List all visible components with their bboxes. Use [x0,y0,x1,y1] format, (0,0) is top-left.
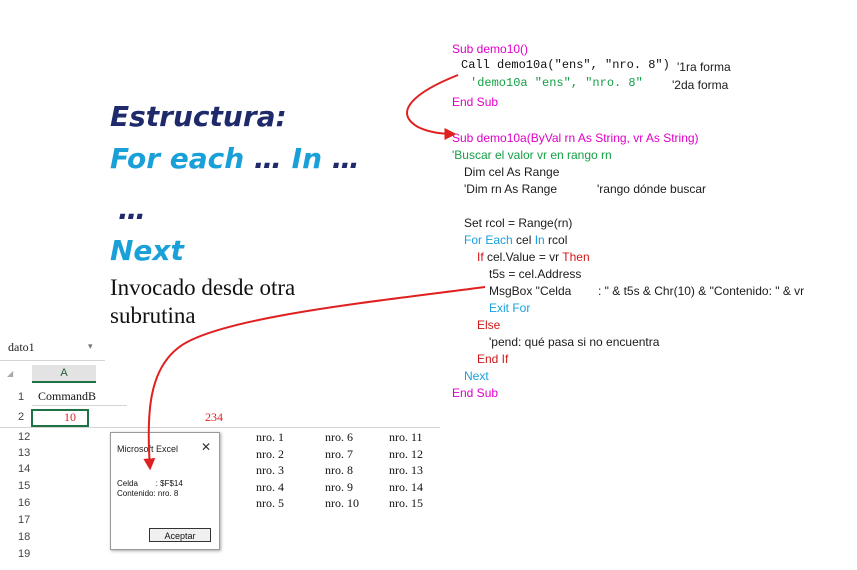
annotation-arrows [143,74,486,471]
arrow-call-to-sub [406,74,459,140]
arrow-msgbox-to-dialog [143,286,486,471]
